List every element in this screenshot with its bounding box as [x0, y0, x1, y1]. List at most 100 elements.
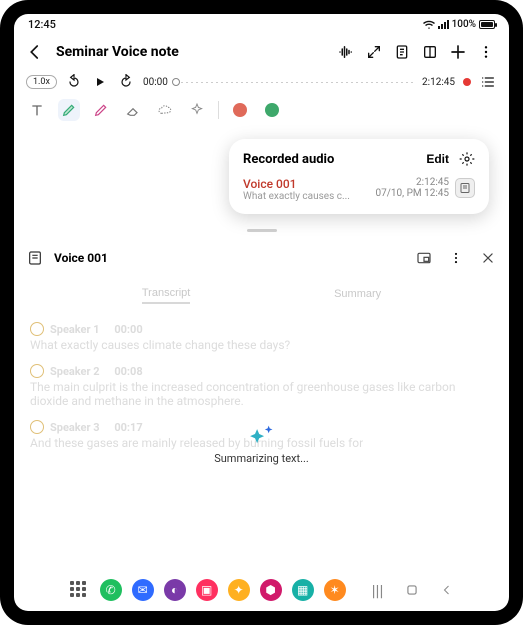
speaker-icon: [30, 364, 44, 378]
text-icon: [29, 102, 45, 118]
app-notes[interactable]: ✦: [228, 579, 250, 601]
forward-button[interactable]: [117, 73, 135, 91]
audio-item-name: Voice 001: [243, 177, 350, 191]
pane-overflow[interactable]: [445, 247, 467, 269]
sparkle-icon: [189, 102, 205, 118]
transcript-badge: [24, 247, 46, 269]
color-swatch-1[interactable]: [229, 99, 251, 121]
pen-tool[interactable]: [58, 99, 80, 121]
shape-tool[interactable]: [154, 99, 176, 121]
gear-icon: [459, 151, 475, 167]
nav-back[interactable]: [441, 584, 453, 596]
audio-item[interactable]: Voice 001 What exactly causes c... 2:12:…: [243, 177, 475, 202]
square-icon: [405, 583, 419, 597]
tab-summary[interactable]: Summary: [334, 287, 381, 304]
chevron-left-icon: [26, 43, 44, 61]
kebab-icon: [478, 44, 494, 60]
kebab-icon: [449, 251, 463, 265]
expand-button[interactable]: [361, 39, 387, 65]
app-messages[interactable]: ✉: [132, 579, 154, 601]
list-icon: [480, 74, 496, 90]
overflow-button[interactable]: [473, 39, 499, 65]
panels-button[interactable]: [417, 39, 443, 65]
swatch-icon: [265, 103, 279, 117]
rewind-icon: [66, 74, 82, 90]
total-time: 2:12:45: [422, 77, 455, 88]
transcript-line: Speaker 2 00:08 The main culprit is the …: [30, 364, 493, 408]
edit-button[interactable]: Edit: [426, 152, 449, 166]
toolbar-divider: [218, 101, 219, 119]
back-button[interactable]: [22, 39, 48, 65]
expand-icon: [366, 44, 382, 60]
cloud-icon: [157, 102, 173, 118]
tab-transcript[interactable]: Transcript: [142, 287, 191, 304]
split-handle[interactable]: [14, 217, 509, 243]
play-button[interactable]: [91, 73, 109, 91]
app-phone[interactable]: ✆: [100, 579, 122, 601]
seek-track[interactable]: [176, 80, 414, 84]
swatch-icon: [233, 103, 247, 117]
pen-icon: [61, 102, 77, 118]
drawing-toolbar: [14, 99, 509, 127]
waveform-button[interactable]: [333, 39, 359, 65]
transcript-shortcut[interactable]: [455, 178, 475, 198]
waveform-icon: [337, 43, 355, 61]
ai-tool[interactable]: [186, 99, 208, 121]
reader-button[interactable]: [389, 39, 415, 65]
speed-button[interactable]: 1.0x: [26, 75, 57, 89]
highlighter-icon: [93, 102, 109, 118]
audio-item-preview: What exactly causes c...: [243, 191, 350, 202]
transcript-icon: [459, 182, 471, 194]
speaker-icon: [30, 420, 44, 434]
overlay-label: Summarizing text...: [214, 452, 309, 465]
wifi-icon: [423, 20, 435, 30]
battery-icon: [479, 20, 495, 29]
audio-item-duration: 2:12:45: [376, 177, 449, 188]
window-button[interactable]: [413, 247, 435, 269]
panel-title: Recorded audio: [243, 152, 334, 167]
nav-home[interactable]: [405, 583, 419, 597]
columns-icon: [422, 44, 438, 60]
app-flipboard[interactable]: ▣: [196, 579, 218, 601]
settings-button[interactable]: [459, 151, 475, 167]
apps-icon: [70, 581, 88, 599]
status-time: 12:45: [28, 18, 56, 31]
elapsed-time: 00:00: [143, 77, 168, 88]
speaker-icon: [30, 322, 44, 336]
status-bar: 12:45 100%: [14, 14, 509, 33]
transcript-icon: [27, 250, 43, 266]
rewind-button[interactable]: [65, 73, 83, 91]
play-icon: [94, 76, 106, 88]
color-swatch-2[interactable]: [261, 99, 283, 121]
text-tool[interactable]: [26, 99, 48, 121]
seek-thumb[interactable]: [172, 78, 180, 86]
eraser-icon: [125, 102, 141, 118]
audio-player: 1.0x 00:00 2:12:45: [14, 71, 509, 99]
apps-button[interactable]: [70, 581, 88, 599]
signal-icon: [438, 20, 449, 29]
recorded-audio-panel: Recorded audio Edit Voice 001 What exact…: [229, 139, 489, 214]
plus-icon: [449, 43, 467, 61]
eraser-tool[interactable]: [122, 99, 144, 121]
pane-title: Voice 001: [54, 251, 108, 265]
close-icon: [481, 251, 495, 265]
record-indicator[interactable]: [463, 78, 471, 86]
app-dock: ✆ ✉ ◐ ▣ ✦ ⬢ ▦ ✶ |||: [14, 579, 509, 601]
pip-icon: [416, 250, 432, 266]
nav-recents[interactable]: |||: [372, 581, 384, 600]
app-browser[interactable]: ◐: [164, 579, 186, 601]
chevron-left-icon: [441, 584, 453, 596]
transcript-line: Speaker 3 00:17 And these gases are main…: [30, 420, 493, 450]
highlighter-tool[interactable]: [90, 99, 112, 121]
add-button[interactable]: [445, 39, 471, 65]
app-store[interactable]: ⬢: [260, 579, 282, 601]
transcript-line: Speaker 1 00:00 What exactly causes clim…: [30, 322, 493, 352]
app-files[interactable]: ▦: [292, 579, 314, 601]
list-button[interactable]: [479, 73, 497, 91]
app-mail[interactable]: ✶: [324, 579, 346, 601]
transcript-body: Transcript Summary Speaker 1 00:00 What …: [14, 277, 509, 611]
forward-icon: [118, 74, 134, 90]
page-icon: [394, 44, 410, 60]
app-header: Seminar Voice note: [14, 33, 509, 71]
close-pane-button[interactable]: [477, 247, 499, 269]
